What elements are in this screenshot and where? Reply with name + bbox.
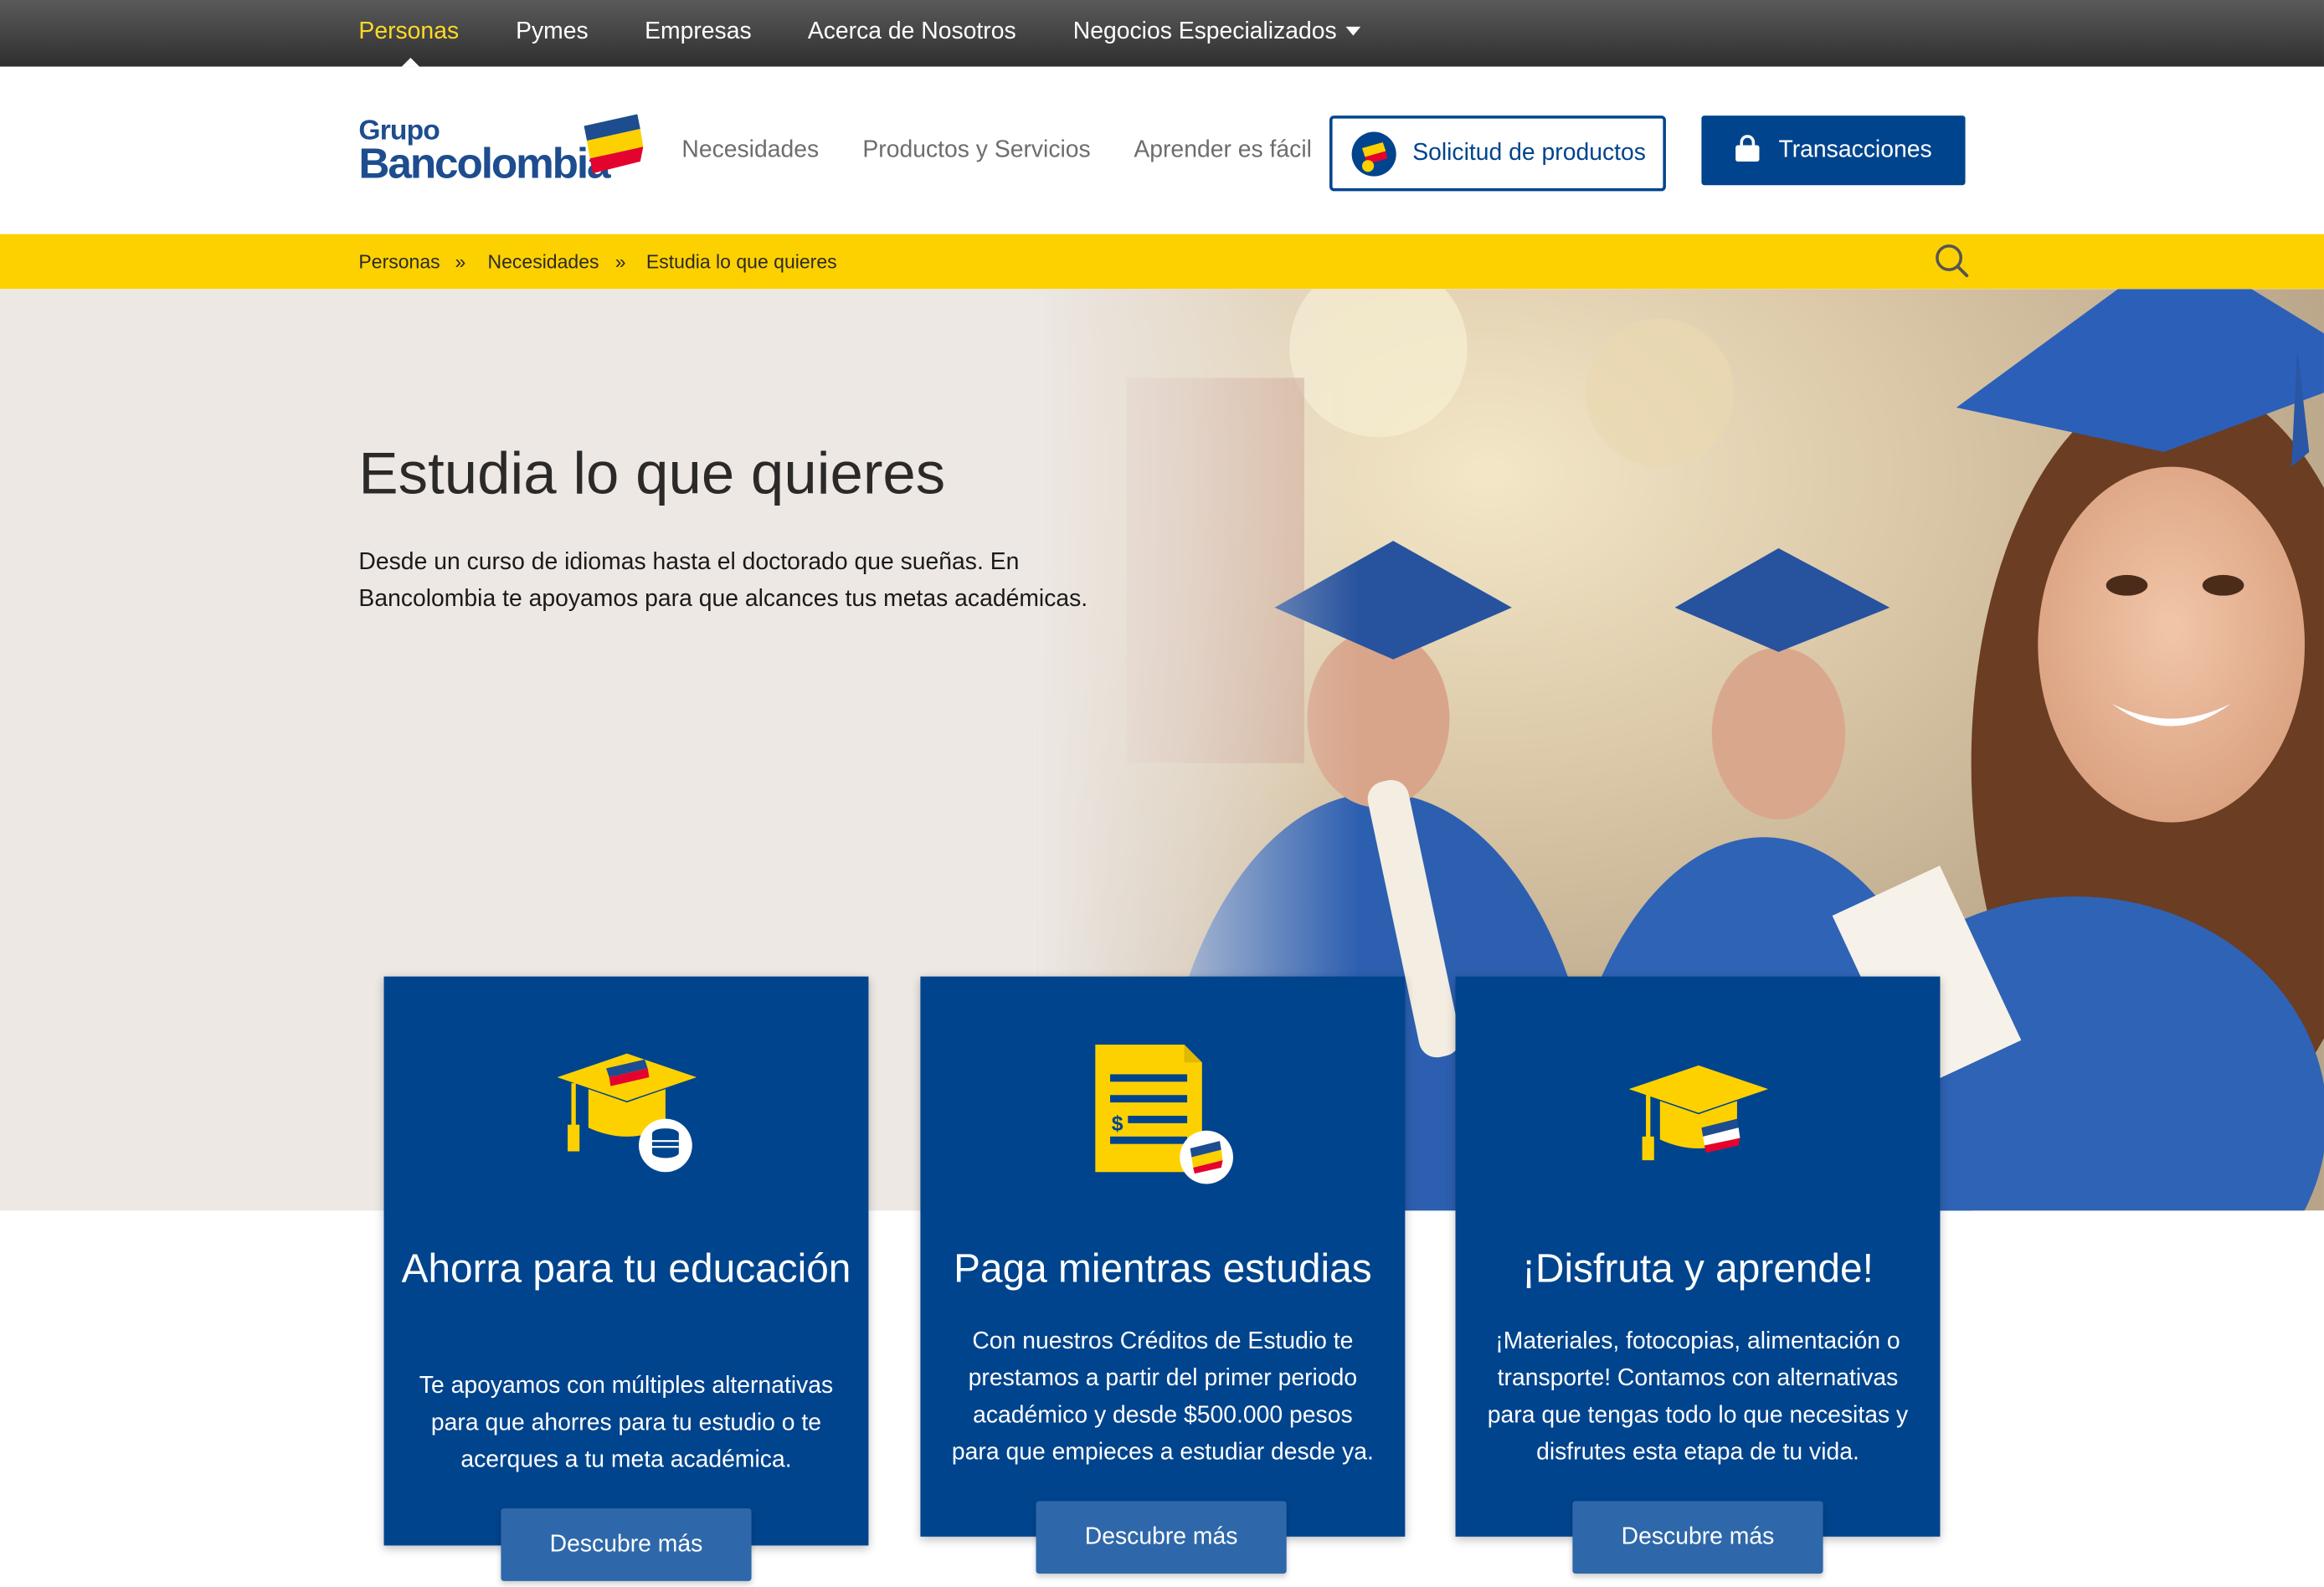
topnav-acerca[interactable]: Acerca de Nosotros: [808, 19, 1016, 46]
top-navigation: Personas Pymes Empresas Acerca de Nosotr…: [0, 0, 2324, 67]
topnav-negocios-label: Negocios Especializados: [1072, 19, 1337, 45]
card-title: Ahorra para tu educación: [401, 1245, 851, 1291]
breadcrumb-personas[interactable]: Personas: [358, 250, 440, 273]
active-tab-indicator: [401, 58, 420, 67]
button-label: Descubre más: [1084, 1524, 1238, 1550]
breadcrumb-current: Estudia lo que quieres: [645, 250, 837, 273]
graduation-cap-icon: [1628, 1065, 1769, 1161]
card-description: ¡Materiales, fotocopias, alimentación o …: [1487, 1328, 1909, 1466]
transacciones-label: Transacciones: [1778, 137, 1932, 163]
button-label: Descubre más: [549, 1532, 703, 1558]
solicitud-label: Solicitud de productos: [1412, 141, 1646, 167]
logo-line2: Bancolombia: [358, 141, 610, 188]
descubre-mas-button-3[interactable]: Descubre más: [1572, 1501, 1823, 1574]
page-title: Estudia lo que quieres: [358, 441, 946, 507]
breadcrumb: Personas » Necesidades » Estudia lo que …: [0, 234, 2324, 290]
bancolombia-logo[interactable]: Grupo Bancolombia: [358, 111, 644, 188]
card-description: Con nuestros Créditos de Estudio te pres…: [951, 1328, 1374, 1466]
graduation-cap-coins-icon: [557, 1053, 697, 1173]
card-disfruta: ¡Disfruta y aprende! ¡Materiales, fotoco…: [1455, 976, 1941, 1537]
bancolombia-flag-icon: [584, 114, 644, 174]
nav-aprender-es-facil[interactable]: Aprender es fácil: [1134, 138, 1312, 165]
hero-description: Desde un curso de idiomas hasta el docto…: [358, 549, 1088, 613]
descubre-mas-button-2[interactable]: Descubre más: [1036, 1501, 1287, 1574]
search-icon[interactable]: [1934, 243, 1969, 278]
card-title: Paga mientras estudias: [954, 1245, 1372, 1291]
solicitud-icon: [1351, 131, 1396, 177]
card-ahorra: Ahorra para tu educación Te apoyamos con…: [383, 976, 869, 1546]
nav-necesidades[interactable]: Necesidades: [681, 138, 819, 165]
credit-document-icon: $: [1095, 1045, 1233, 1184]
topnav-personas[interactable]: Personas: [358, 19, 459, 46]
topnav-negocios-especializados[interactable]: Negocios Especializados: [1072, 19, 1361, 46]
transacciones-button[interactable]: Transacciones: [1701, 116, 1966, 186]
chevron-down-icon: [1345, 26, 1361, 36]
site-header: Grupo Bancolombia Necesidades Productos …: [0, 66, 2324, 234]
breadcrumb-separator: »: [455, 250, 466, 273]
topnav-empresas[interactable]: Empresas: [645, 19, 752, 46]
button-label: Descubre más: [1621, 1524, 1775, 1550]
breadcrumb-separator: »: [614, 250, 626, 273]
descubre-mas-button-1[interactable]: Descubre más: [501, 1508, 752, 1581]
svg-text:$: $: [1112, 1113, 1123, 1136]
breadcrumb-necesidades[interactable]: Necesidades: [487, 250, 599, 273]
solicitud-productos-button[interactable]: Solicitud de productos: [1329, 116, 1666, 192]
topnav-pymes[interactable]: Pymes: [516, 19, 589, 46]
nav-productos-servicios[interactable]: Productos y Servicios: [862, 138, 1090, 165]
lock-icon: [1735, 135, 1760, 162]
card-paga: $ Paga mientras estudias Con nuestros Cr…: [920, 976, 1406, 1537]
card-description: Te apoyamos con múltiples alternativas p…: [419, 1374, 834, 1473]
card-title: ¡Disfruta y aprende!: [1522, 1245, 1874, 1291]
